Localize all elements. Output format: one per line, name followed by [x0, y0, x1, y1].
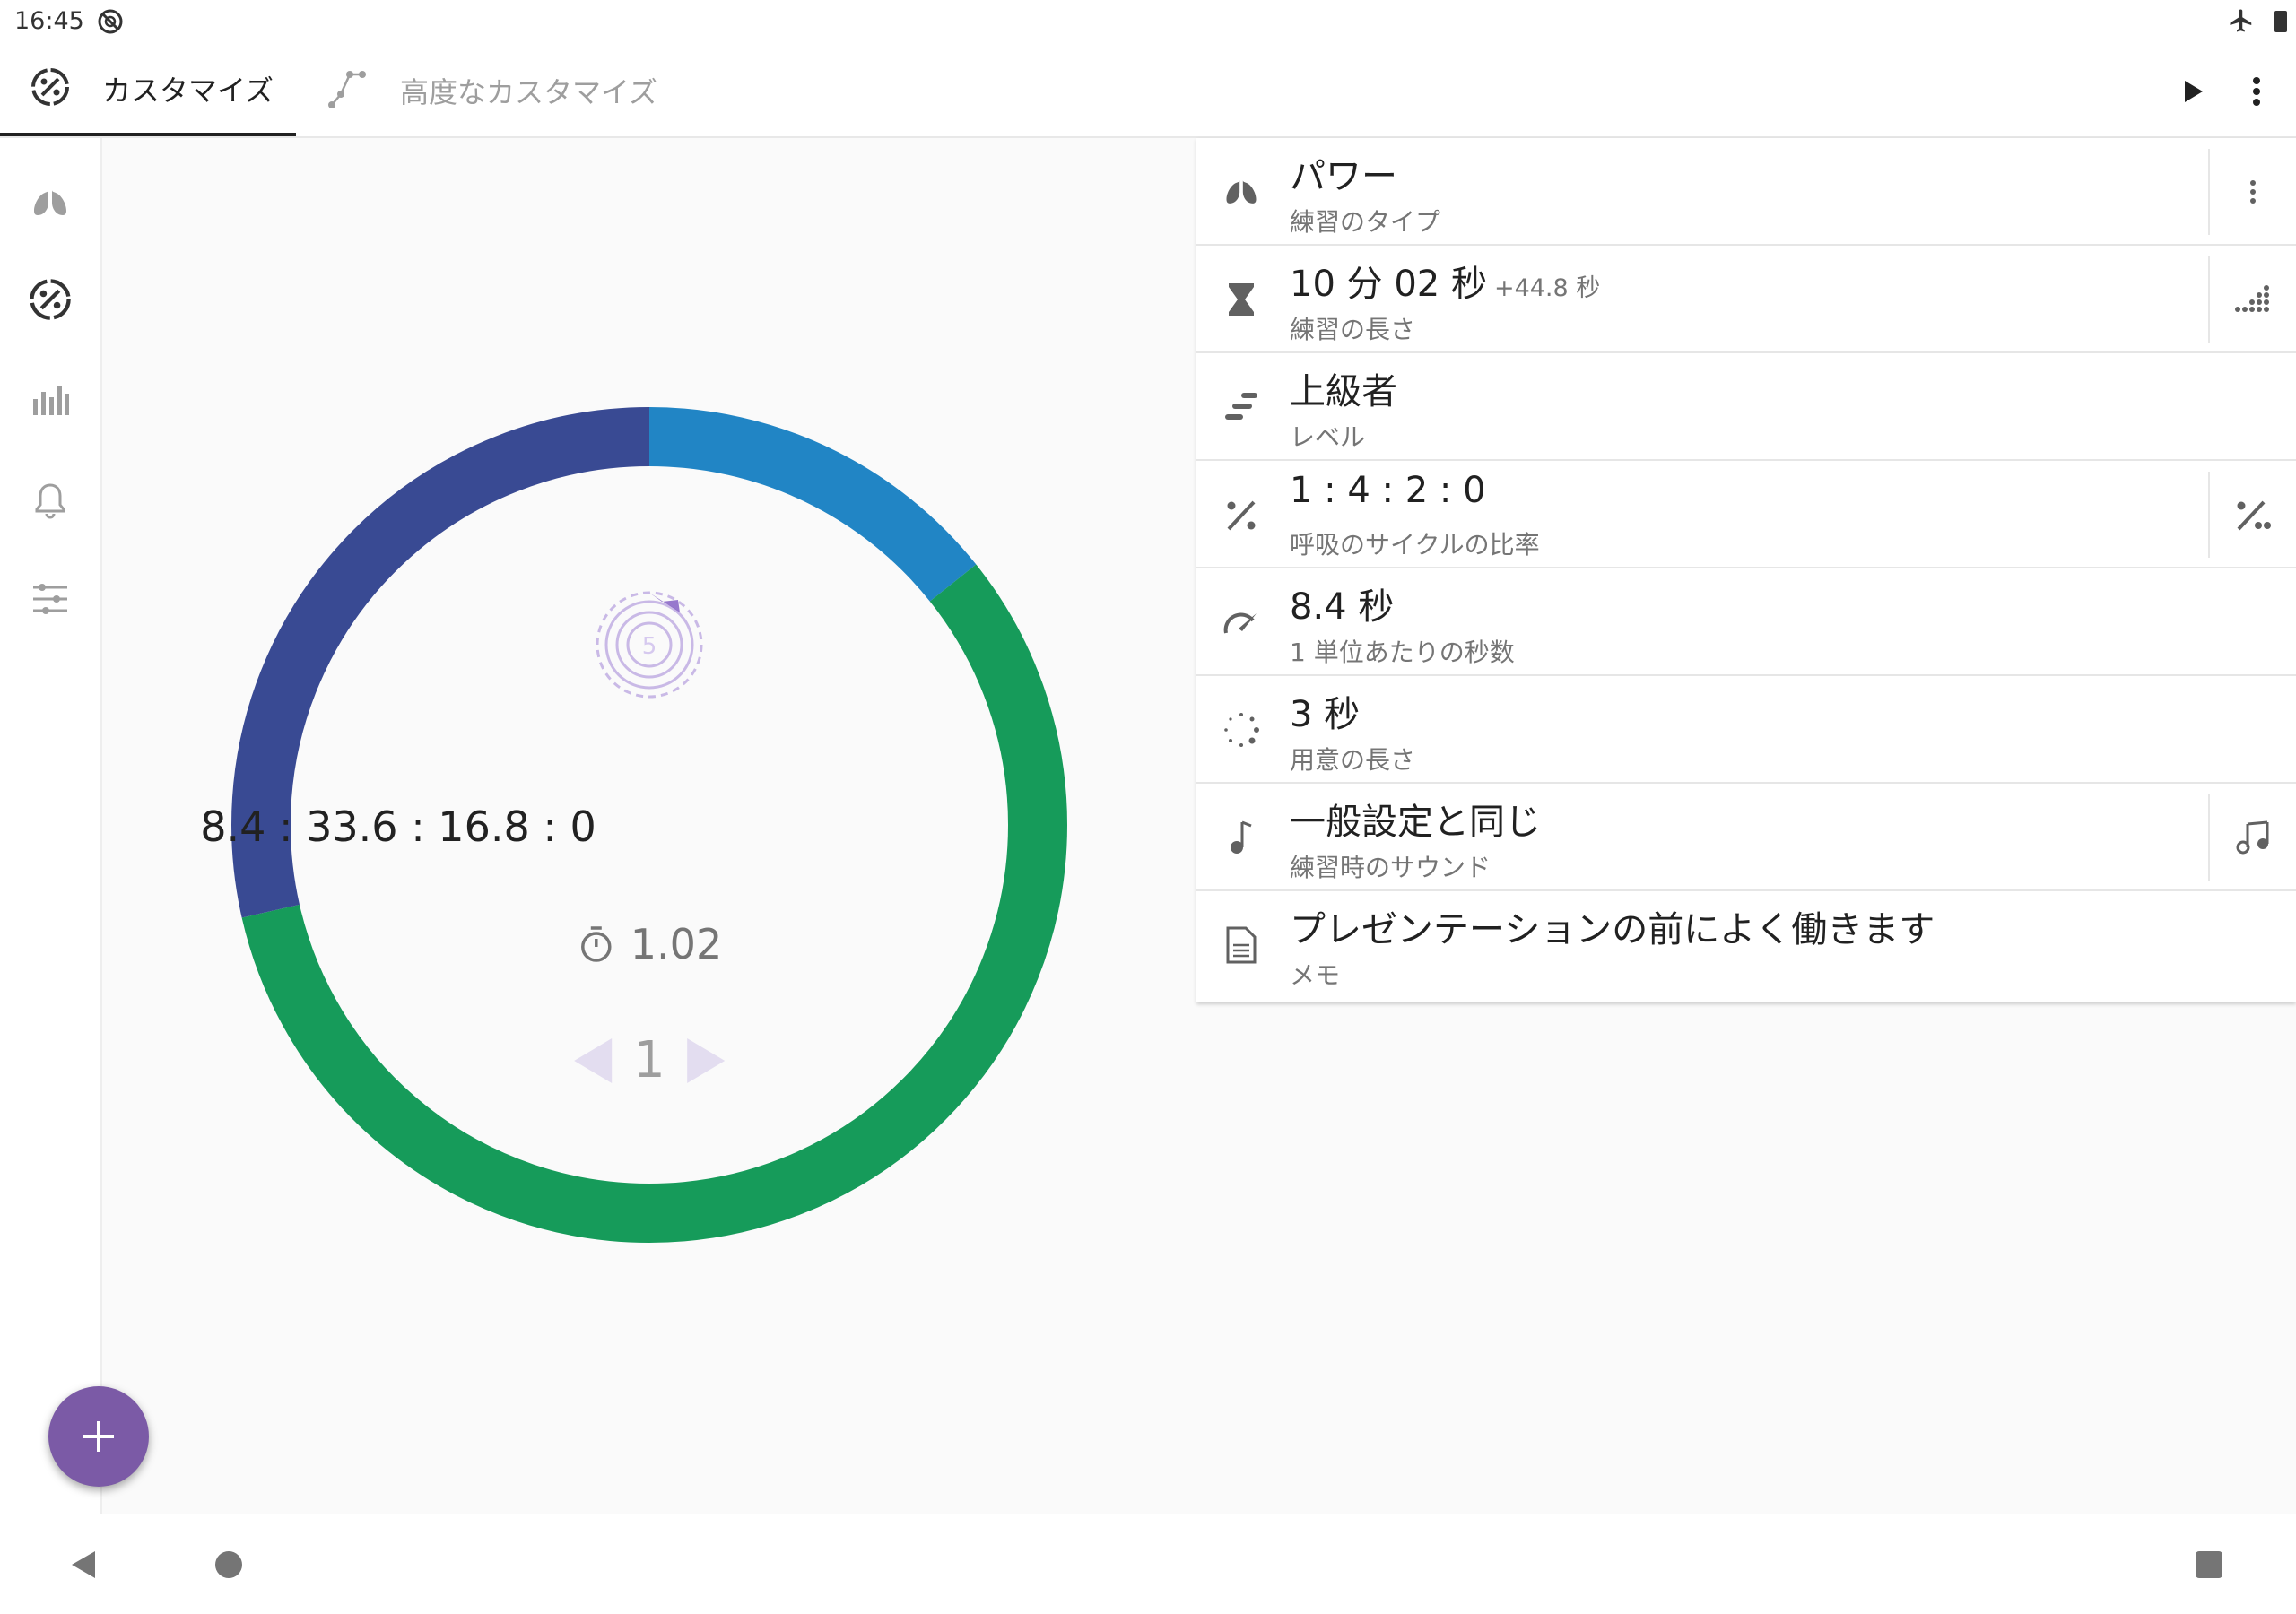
status-time: 16:45: [14, 7, 84, 35]
do-not-disturb-icon: [97, 8, 124, 39]
setting-row-sound[interactable]: 一般設定と同じ 練習時のサウンド: [1196, 784, 2296, 891]
ratio-icon: [2237, 500, 2271, 531]
setting-memo-value: プレゼンテーションの前によく働きます: [1290, 909, 1935, 950]
tab-advanced-customize[interactable]: 高度なカスタマイズ: [323, 45, 682, 136]
setting-type-value: パワー: [1290, 156, 1397, 197]
app-bar: カスタマイズ 高度なカスタマイズ: [0, 45, 2296, 138]
graph-nodes-icon: [323, 65, 370, 116]
setting-level-value: 上級者: [1290, 371, 1397, 412]
setting-row-type[interactable]: パワー 練習のタイプ: [1196, 138, 2296, 246]
mandala-number: 5: [642, 633, 657, 660]
navigation-bar: [0, 1514, 2296, 1614]
play-button[interactable]: [2170, 70, 2213, 113]
breath-ratio-icon: [29, 65, 72, 112]
battery-icon: [2274, 11, 2287, 32]
previous-arrow-icon[interactable]: [572, 1037, 613, 1085]
setting-sound-value: 一般設定と同じ: [1290, 802, 1541, 843]
setting-row-length[interactable]: 10 分 02 秒 +44.8 秒 練習の長さ: [1196, 246, 2296, 353]
airplane-mode-icon: [2228, 7, 2255, 38]
nav-back-button[interactable]: [70, 1549, 97, 1584]
setting-ratio-label: 呼吸のサイクルの比率: [1290, 530, 1540, 560]
setting-type-label: 練習のタイプ: [1290, 207, 1441, 237]
setting-length-label: 練習の長さ: [1290, 315, 1416, 344]
setting-row-level[interactable]: 上級者 レベル: [1196, 353, 2296, 461]
plus-icon: [83, 1421, 114, 1452]
level-steps-icon: [1222, 387, 1261, 427]
cycle-duration: 1.02: [577, 920, 722, 968]
cycle-stepper: 1: [572, 1031, 726, 1089]
setting-length-extra: +44.8 秒: [1493, 274, 1601, 302]
document-icon: [1222, 925, 1261, 965]
tab-advanced-customize-label: 高度なカスタマイズ: [400, 75, 658, 109]
setting-prepare-value: 3 秒: [1290, 694, 1361, 735]
setting-prepare-label: 用意の長さ: [1290, 745, 1416, 775]
rail-item-customize[interactable]: [25, 274, 75, 325]
music-note-icon: [1222, 818, 1261, 857]
sliders-icon: [33, 584, 67, 614]
next-arrow-icon[interactable]: [685, 1037, 726, 1085]
settings-panel: パワー 練習のタイプ 10 分 02 秒 +44.8 秒 練習の長さ 上級者 レベ…: [1196, 138, 2296, 1002]
setting-level-label: レベル: [1290, 422, 1366, 452]
back-triangle-icon: [72, 1551, 95, 1578]
setting-memo-label: メモ: [1290, 960, 1341, 990]
add-button[interactable]: [48, 1386, 149, 1487]
bar-chart-icon: [33, 386, 69, 415]
setting-row-ratio[interactable]: 1 : 4 : 2 : 0 呼吸のサイクルの比率: [1196, 461, 2296, 568]
setting-length-action-button[interactable]: [2208, 256, 2296, 343]
breath-ratio-icon: [30, 279, 71, 320]
tab-customize[interactable]: カスタマイズ: [0, 45, 296, 136]
nav-recents-button[interactable]: [2196, 1551, 2222, 1578]
setting-ratio-action-button[interactable]: [2208, 472, 2296, 558]
more-options-button[interactable]: [2235, 70, 2278, 113]
hourglass-icon: [1222, 280, 1261, 319]
setting-unit-label: 1 単位あたりの秒数: [1290, 638, 1515, 667]
music-notes-icon: [2236, 820, 2269, 855]
setting-row-prepare[interactable]: 3 秒 用意の長さ: [1196, 676, 2296, 784]
nav-home-button[interactable]: [215, 1551, 242, 1578]
side-rail: [0, 138, 102, 1514]
cycle-duration-value: 1.02: [630, 920, 723, 968]
setting-type-more-button[interactable]: [2208, 149, 2296, 235]
setting-row-unit[interactable]: 8.4 秒 1 単位あたりの秒数: [1196, 568, 2296, 676]
status-bar: 16:45: [0, 0, 2296, 45]
rail-item-reminders[interactable]: [25, 475, 75, 525]
lungs-icon: [1222, 172, 1261, 212]
setting-unit-value: 8.4 秒: [1290, 586, 1395, 628]
more-vert-icon: [2250, 180, 2256, 204]
dots-grid-icon: [2235, 285, 2269, 312]
play-icon: [2185, 81, 2203, 102]
mandala-icon: 5: [592, 587, 707, 706]
setting-ratio-value: 1 : 4 : 2 : 0: [1290, 470, 1486, 511]
rail-item-breath-type[interactable]: [25, 178, 75, 228]
bell-icon: [35, 483, 65, 519]
stopwatch-icon: [581, 926, 612, 962]
setting-length-value: 10 分 02 秒: [1290, 264, 1487, 305]
lungs-icon: [34, 190, 66, 215]
percent-icon: [1222, 495, 1261, 534]
tab-customize-label: カスタマイズ: [102, 74, 274, 108]
speedometer-icon: [1222, 603, 1261, 642]
phase-durations: 8.4 : 33.6 : 16.8 : 0: [200, 803, 596, 851]
rail-item-statistics[interactable]: [25, 375, 75, 425]
spinner-dots-icon: [1222, 710, 1261, 750]
setting-sound-label: 練習時のサウンド: [1290, 853, 1492, 882]
rail-item-settings[interactable]: [25, 574, 75, 624]
setting-row-memo[interactable]: プレゼンテーションの前によく働きます メモ: [1196, 891, 2296, 999]
more-vert-icon: [2253, 77, 2260, 106]
setting-sound-action-button[interactable]: [2208, 794, 2296, 881]
cycle-number: 1: [633, 1031, 665, 1089]
